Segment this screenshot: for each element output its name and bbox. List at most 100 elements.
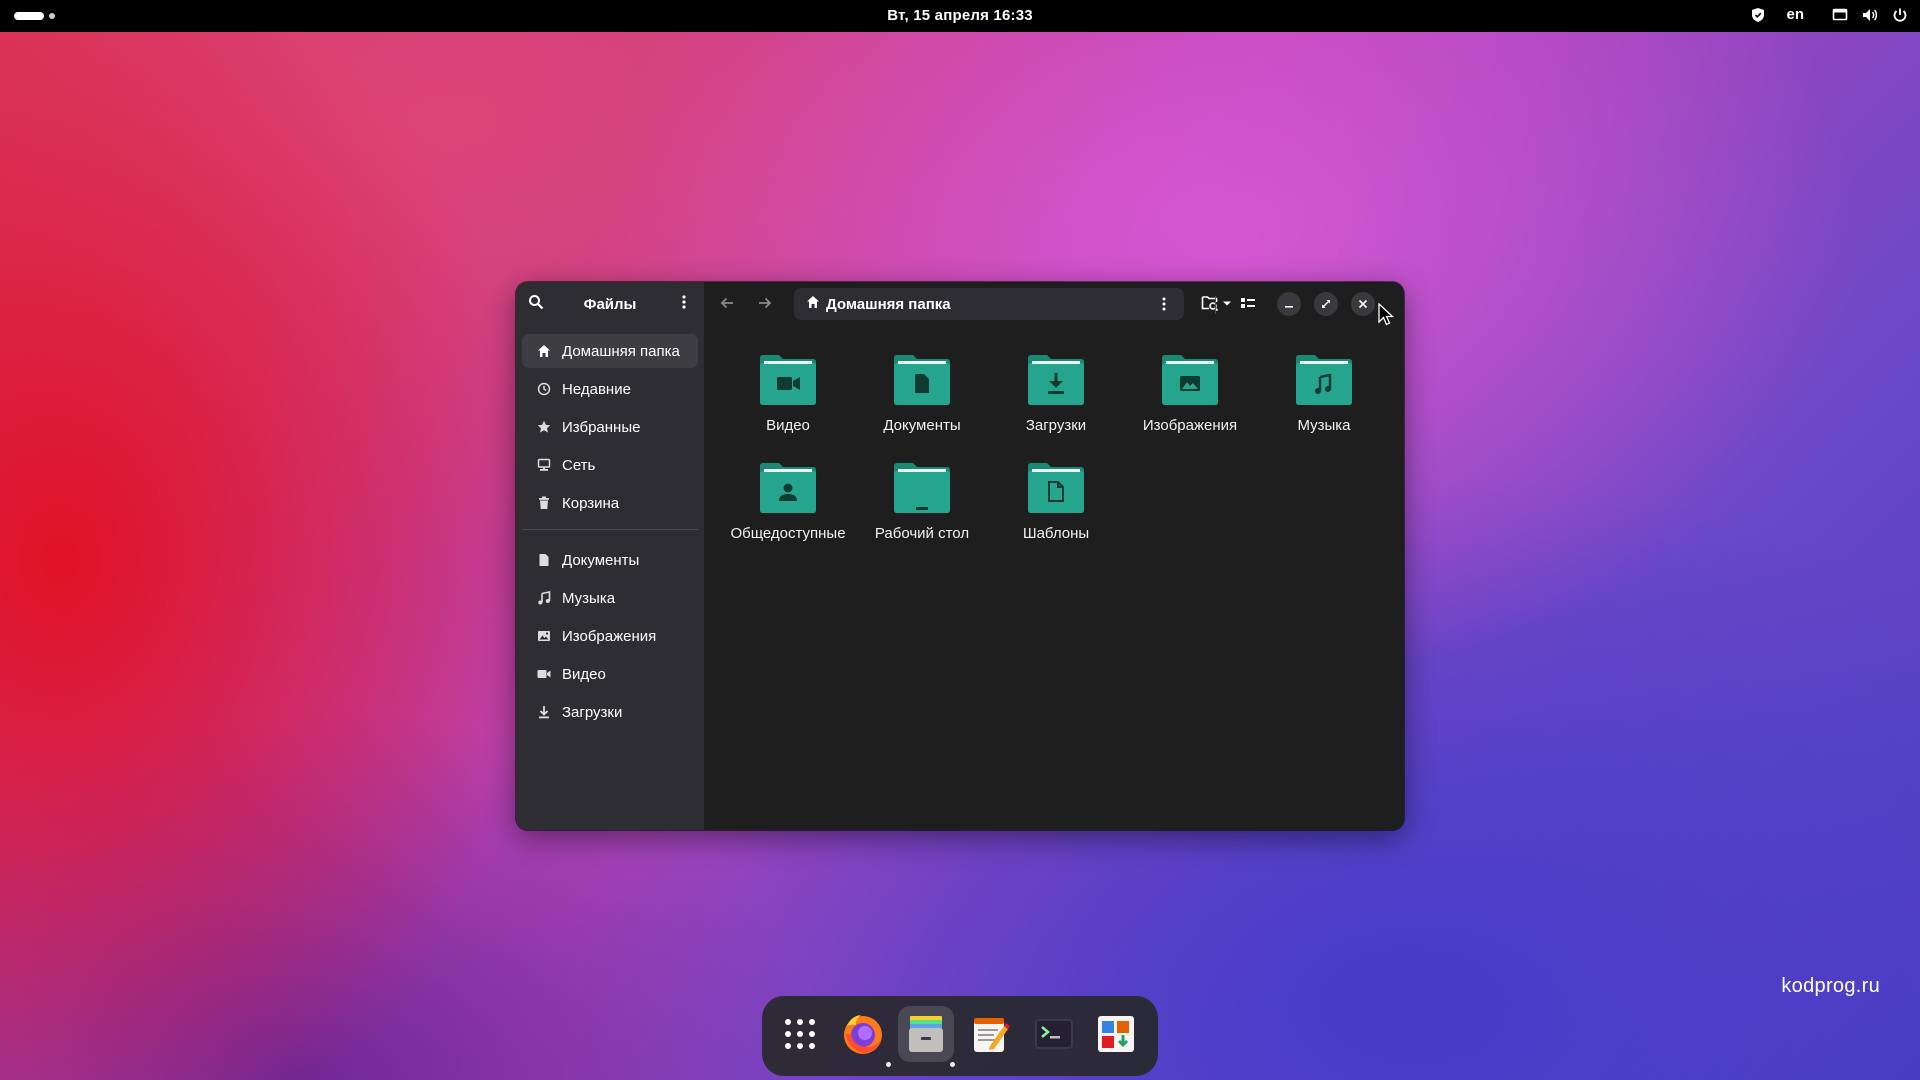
sidebar-item-trash[interactable]: Корзина [522,486,698,520]
dock [762,996,1158,1076]
system-tray[interactable]: en [1750,6,1908,23]
clock[interactable]: Вт, 15 апреля 16:33 [0,7,1920,24]
download-icon [536,704,552,720]
folder-documents[interactable]: Документы [862,352,982,436]
folder-label: Изображения [1142,417,1238,434]
firefox-icon [844,1015,882,1054]
folder-public-icon [760,463,816,513]
sidebar-item-label: Избранные [562,418,641,436]
dock-app-grid[interactable] [772,1006,828,1062]
sidebar-item-videos[interactable]: Видео [522,657,698,691]
sidebar-item-label: Домашняя папка [562,342,680,360]
path-bar[interactable]: Домашняя папка [794,288,1184,320]
path-menu-icon[interactable] [1156,296,1172,317]
mouse-cursor-icon [1378,302,1396,332]
network-icon [536,457,552,473]
view-separator [1215,296,1216,314]
folder-templates[interactable]: Шаблоны [996,460,1116,544]
files-window: Файлы Домашняя папка Недавние Избранные … [516,282,1404,830]
document-icon [536,552,552,568]
sidebar-item-music[interactable]: Музыка [522,581,698,615]
keyboard-language[interactable]: en [1786,6,1804,23]
shield-icon[interactable] [1750,7,1766,23]
forward-arrow-icon[interactable] [756,294,774,317]
watermark: kodprog.ru [1781,975,1880,997]
folder-label: Видео [766,417,810,434]
home-icon [536,343,552,359]
files-icon [909,1016,943,1052]
display-icon[interactable] [1832,7,1848,23]
sidebar: Файлы Домашняя папка Недавние Избранные … [516,282,704,830]
close-icon [1358,299,1368,309]
dock-text-editor[interactable] [962,1006,1018,1062]
sidebar-item-downloads[interactable]: Загрузки [522,695,698,729]
volume-icon[interactable] [1862,7,1878,23]
clock-icon [536,381,552,397]
sidebar-item-pictures[interactable]: Изображения [522,619,698,653]
sidebar-item-label: Видео [562,665,606,683]
dock-terminal[interactable] [1026,1006,1082,1062]
folder-videos[interactable]: Видео [728,352,848,436]
maximize-button[interactable] [1314,292,1338,316]
search-folder-icon[interactable] [1201,294,1219,317]
terminal-icon [1035,1019,1073,1049]
video-icon [536,666,552,682]
star-icon [536,419,552,435]
apps-grid-icon [785,1019,815,1049]
sidebar-item-home[interactable]: Домашняя папка [522,334,698,368]
folder-label: Музыка [1297,417,1351,434]
text-editor-icon [974,1018,1010,1052]
sidebar-item-documents[interactable]: Документы [522,543,698,577]
back-arrow-icon[interactable] [718,294,736,317]
view-options-chevron-icon[interactable] [1220,294,1234,317]
folder-music[interactable]: Музыка [1264,352,1384,436]
sidebar-list: Домашняя папка Недавние Избранные Сеть К… [522,334,698,733]
sidebar-item-starred[interactable]: Избранные [522,410,698,444]
running-indicator [886,1062,891,1067]
folder-public[interactable]: Общедоступные [728,460,848,544]
music-icon [536,590,552,606]
list-view-icon[interactable] [1239,294,1257,317]
sidebar-item-label: Музыка [562,589,616,607]
folder-label: Шаблоны [1022,525,1090,542]
minimize-button[interactable] [1277,292,1301,316]
sidebar-item-recent[interactable]: Недавние [522,372,698,406]
sidebar-item-network[interactable]: Сеть [522,448,698,482]
sidebar-item-label: Корзина [562,494,620,512]
sidebar-item-label: Изображения [562,627,657,645]
folder-label: Рабочий стол [874,525,970,542]
home-icon [806,295,820,314]
app-menu-icon[interactable] [676,294,692,315]
folder-template-icon [1028,463,1084,513]
folder-music-icon [1296,355,1352,405]
sidebar-item-label: Загрузки [562,703,623,721]
maximize-icon [1322,300,1330,308]
folder-image-icon [1162,355,1218,405]
top-bar: Вт, 15 апреля 16:33 en [0,0,1920,32]
folder-label: Документы [883,417,961,434]
close-button[interactable] [1351,292,1375,316]
breadcrumb[interactable]: Домашняя папка [826,296,951,313]
folder-desktop[interactable]: Рабочий стол [862,460,982,544]
dock-firefox[interactable] [835,1006,891,1062]
running-indicator [950,1062,955,1067]
main-content: Домашняя папка Видео Документы Загрузки … [704,282,1404,830]
folder-label: Общедоступные [730,525,846,542]
dock-software-store[interactable] [1088,1006,1144,1062]
folder-pictures[interactable]: Изображения [1130,352,1250,436]
sidebar-divider [522,529,698,530]
sidebar-item-label: Сеть [562,456,596,474]
folder-download-icon [1028,355,1084,405]
header-bar: Домашняя папка [704,282,1404,326]
folder-desktop-icon [894,463,950,513]
trash-icon [536,495,552,511]
image-icon [536,628,552,644]
power-icon[interactable] [1892,7,1908,23]
sidebar-header: Файлы [516,282,704,326]
sidebar-item-label: Недавние [562,380,631,398]
minimize-icon [1285,306,1293,308]
dock-files[interactable] [898,1006,954,1062]
folder-video-icon [760,355,816,405]
folder-downloads[interactable]: Загрузки [996,352,1116,436]
software-store-icon [1098,1016,1134,1052]
